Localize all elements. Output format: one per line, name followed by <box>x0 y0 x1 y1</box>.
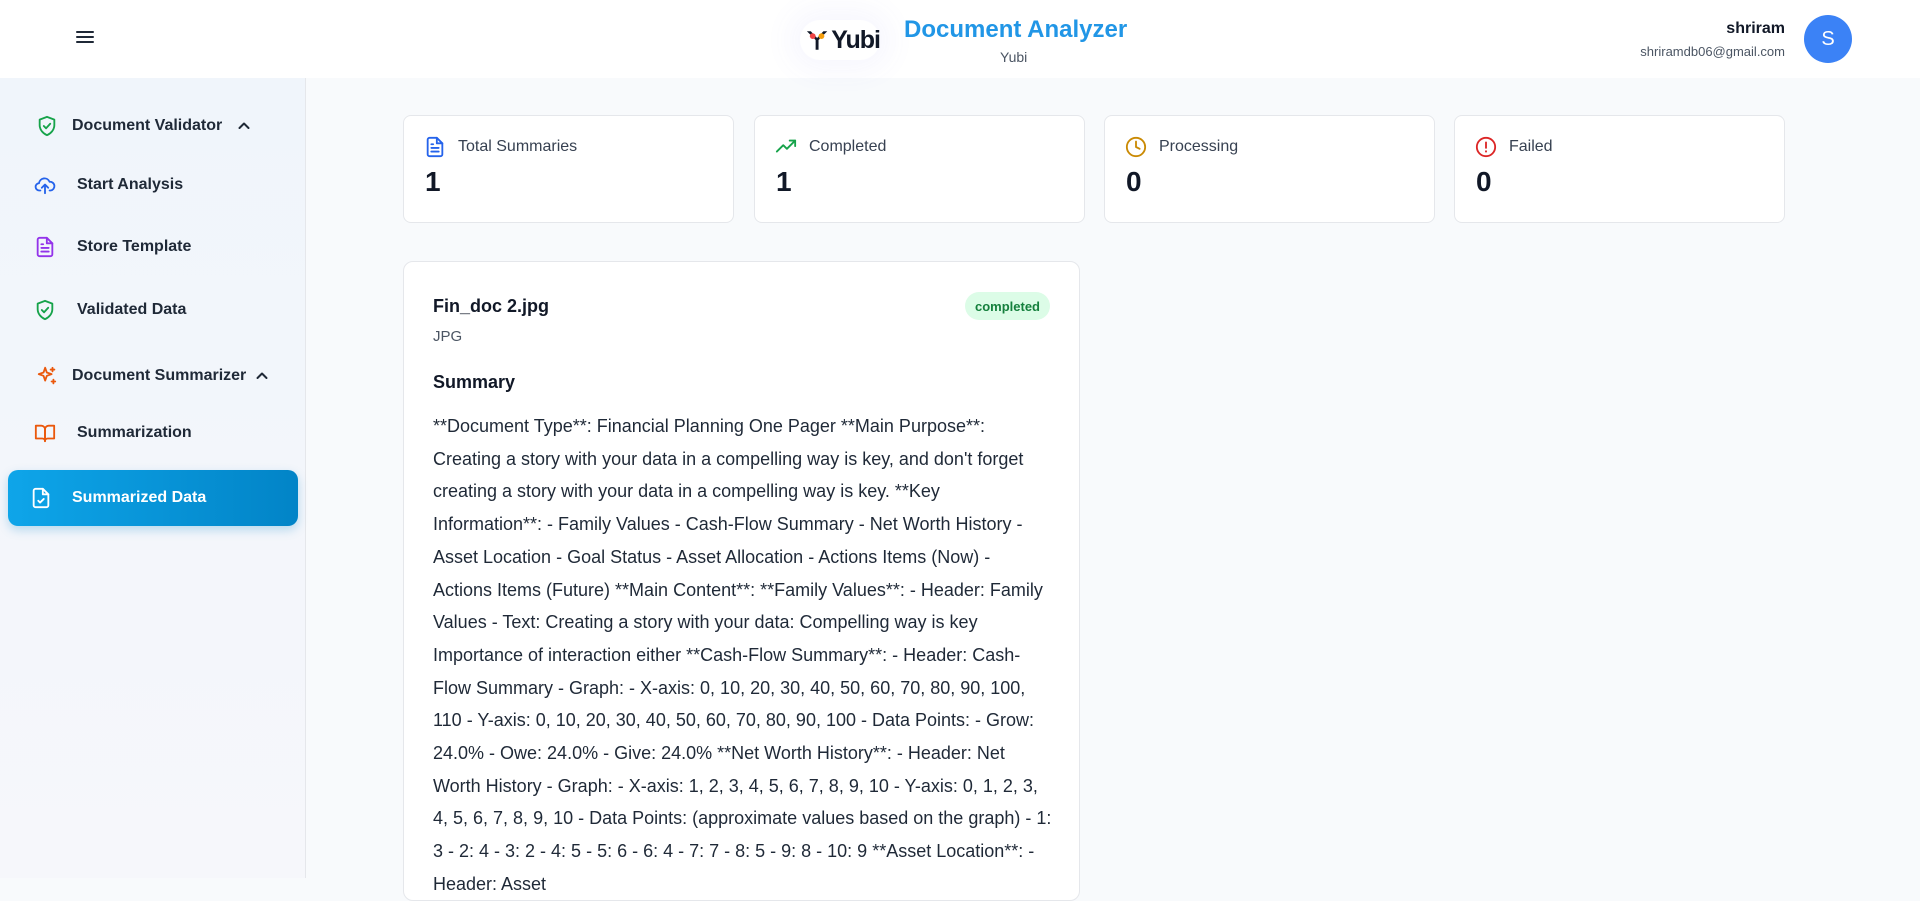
sidebar-item-validated-data[interactable]: Validated Data <box>34 299 186 321</box>
sparkles-icon <box>36 365 58 387</box>
user-info: shriram shriramdb06@gmail.com <box>1640 20 1785 59</box>
hamburger-icon <box>76 31 94 33</box>
stat-card-failed: Failed 0 <box>1454 115 1785 223</box>
sidebar-section-label: Document Validator <box>72 117 223 134</box>
sidebar-section-document-summarizer[interactable]: Document Summarizer <box>36 365 270 387</box>
sidebar-item-label: Summarization <box>77 424 192 441</box>
stat-value: 0 <box>1126 166 1142 197</box>
summary-text: **Document Type**: Financial Planning On… <box>433 416 1052 890</box>
stat-value: 1 <box>425 166 441 197</box>
user-name: shriram <box>1726 20 1785 37</box>
logo-text: Yubi <box>831 25 881 54</box>
clock-icon <box>1125 136 1147 158</box>
stat-card-processing: Processing 0 <box>1104 115 1435 223</box>
stat-label: Failed <box>1509 138 1553 155</box>
sidebar-item-summarized-data[interactable]: Summarized Data <box>8 470 298 526</box>
stat-card-completed: Completed 1 <box>754 115 1085 223</box>
stat-label: Processing <box>1159 138 1239 155</box>
sidebar-item-store-template[interactable]: Store Template <box>34 236 191 258</box>
app-title: Document Analyzer <box>904 16 1128 43</box>
sidebar-item-summarization[interactable]: Summarization <box>34 422 192 444</box>
sidebar-item-label: Start Analysis <box>77 176 184 193</box>
trending-up-icon <box>775 136 797 158</box>
sidebar-item-start-analysis[interactable]: Start Analysis <box>34 174 183 196</box>
menu-toggle-button[interactable] <box>76 28 98 48</box>
chevron-up-icon <box>254 368 270 384</box>
document-icon <box>424 136 446 158</box>
top-header: Yubi Document Analyzer Yubi shriram shri… <box>0 0 1920 78</box>
user-email: shriramdb06@gmail.com <box>1640 44 1785 59</box>
stat-value: 1 <box>776 166 792 197</box>
shield-check-icon <box>36 115 58 137</box>
yubi-logo-icon <box>806 31 828 50</box>
stat-value: 0 <box>1476 166 1492 197</box>
stat-card-total-summaries: Total Summaries 1 <box>403 115 734 223</box>
status-badge: completed <box>964 292 1050 320</box>
chevron-up-icon <box>236 118 252 134</box>
yubi-logo: Yubi <box>800 20 881 60</box>
summary-card[interactable]: Fin_doc 2.jpg JPG completed Summary **Do… <box>403 261 1080 901</box>
cloud-upload-icon <box>34 174 56 196</box>
sidebar-item-label: Store Template <box>77 238 192 255</box>
sidebar-section-label: Document Summarizer <box>72 367 247 384</box>
app-subtitle: Yubi <box>1000 49 1028 65</box>
sidebar: Document Validator Start Analysis Store … <box>0 78 306 878</box>
file-name: Fin_doc 2.jpg <box>433 296 550 316</box>
sidebar-section-document-validator[interactable]: Document Validator <box>36 115 252 137</box>
summary-heading: Summary <box>433 372 516 392</box>
alert-circle-icon <box>1475 136 1497 158</box>
avatar[interactable]: S <box>1804 15 1852 63</box>
book-open-icon <box>34 422 56 444</box>
file-text-icon <box>34 236 56 258</box>
stat-label: Total Summaries <box>458 138 578 155</box>
stat-label: Completed <box>809 138 887 155</box>
shield-check-icon <box>34 299 56 321</box>
file-type: JPG <box>433 328 463 345</box>
sidebar-item-label: Validated Data <box>77 301 187 318</box>
file-check-icon <box>30 487 52 509</box>
sidebar-item-label: Summarized Data <box>72 489 207 506</box>
